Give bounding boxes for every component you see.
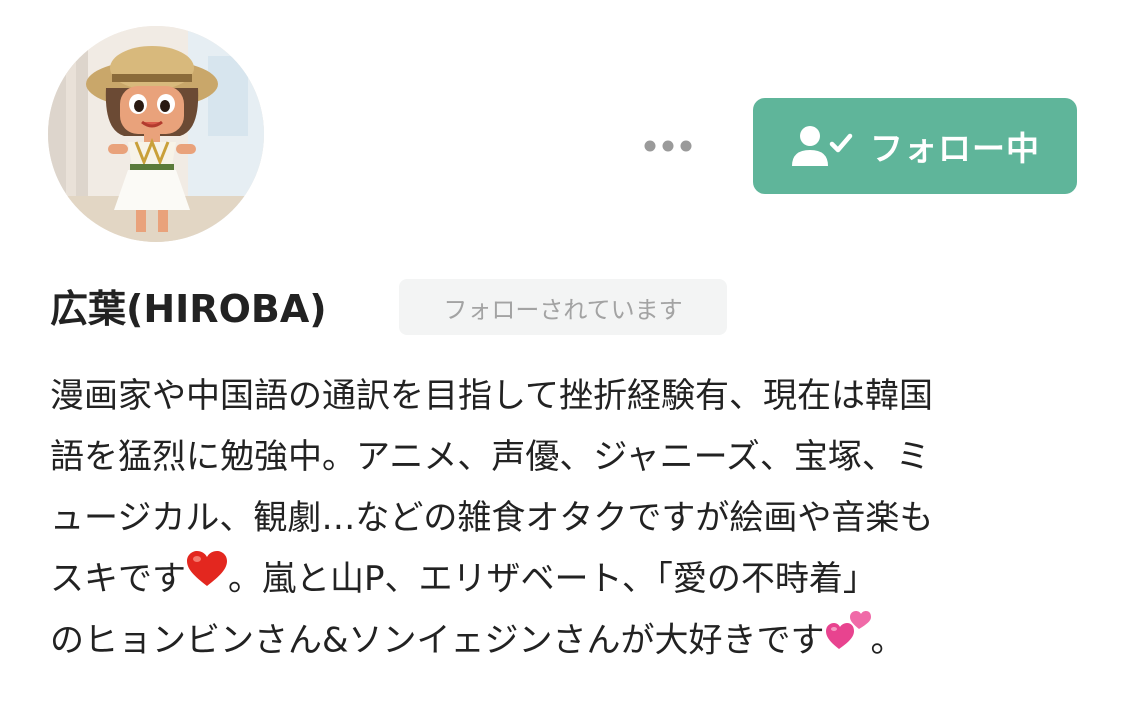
avatar-image bbox=[48, 26, 264, 242]
more-options-button[interactable] bbox=[636, 126, 700, 166]
more-horizontal-icon bbox=[644, 140, 692, 152]
follows-you-badge: フォローされています bbox=[399, 279, 727, 335]
bio-text: のヒョンビンさん&ソンイェジンさんが大好きです bbox=[50, 620, 825, 661]
bio-text: 。嵐と山P、エリザベート、「愛の不時着」 bbox=[228, 559, 877, 599]
profile-bio: 漫画家や中国語の通訳を目指して挫折経験有、現在は韓国 語を猛烈に勉強中。アニメ、… bbox=[50, 366, 1080, 671]
bio-line: のヒョンビンさん&ソンイェジンさんが大好きです 。 bbox=[50, 610, 1080, 671]
user-check-icon bbox=[792, 126, 853, 166]
bio-text: スキです bbox=[50, 559, 186, 599]
bio-line: ュージカル、観劇…などの雑食オタクですが絵画や音楽も bbox=[50, 488, 1080, 549]
bio-text: 。 bbox=[870, 620, 905, 661]
bio-text: 語を猛烈に勉強中。アニメ、声優、ジャニーズ、宝塚、ミ bbox=[50, 437, 930, 477]
bio-text: ュージカル、観劇…などの雑食オタクですが絵画や音楽も bbox=[50, 498, 934, 538]
two-hearts-emoji bbox=[825, 607, 871, 671]
bio-line: 語を猛烈に勉強中。アニメ、声優、ジャニーズ、宝塚、ミ bbox=[50, 427, 1080, 488]
avatar[interactable] bbox=[48, 26, 264, 242]
bio-text: 漫画家や中国語の通訳を目指して挫折経験有、現在は韓国 bbox=[50, 376, 933, 416]
red-heart-emoji bbox=[186, 547, 228, 608]
profile-name: 広葉(HIROBA) bbox=[50, 287, 327, 331]
bio-line: 漫画家や中国語の通訳を目指して挫折経験有、現在は韓国 bbox=[50, 366, 1080, 427]
bio-line: スキです 。嵐と山P、エリザベート、「愛の不時着」 bbox=[50, 549, 1080, 610]
following-button[interactable]: フォロー中 bbox=[753, 98, 1077, 194]
following-button-label: フォロー中 bbox=[870, 129, 1040, 168]
